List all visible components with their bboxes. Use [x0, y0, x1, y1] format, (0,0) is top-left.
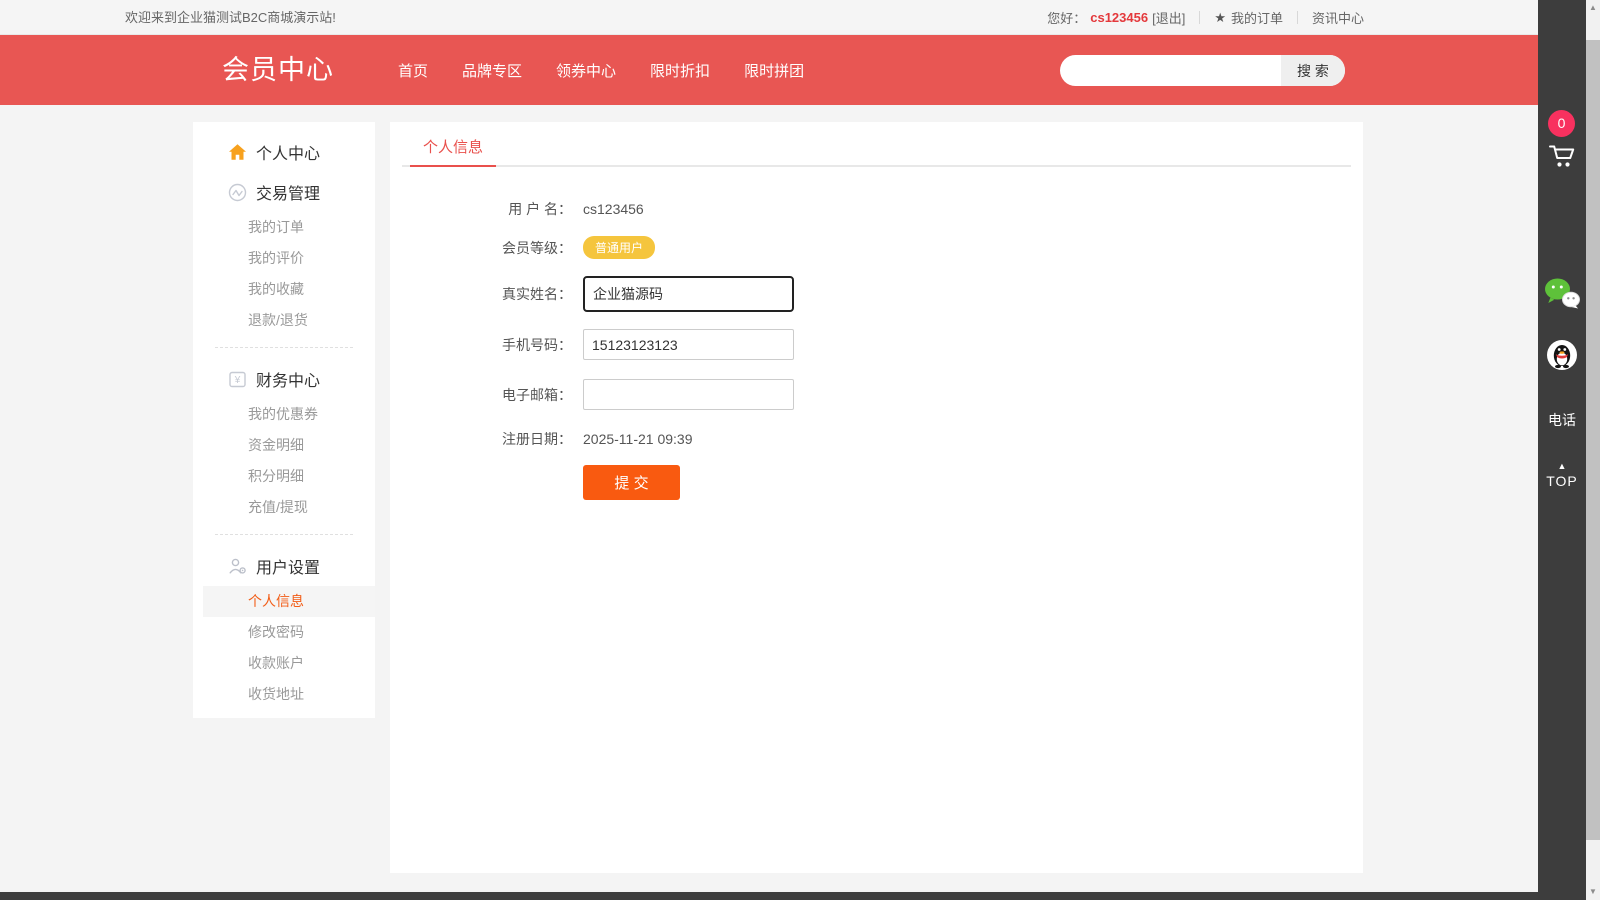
home-icon: [228, 143, 247, 162]
back-to-top-button[interactable]: ▲ TOP: [1538, 462, 1586, 489]
search-button[interactable]: 搜 索: [1281, 55, 1345, 86]
regdate-label: 注册日期：: [490, 429, 572, 449]
sidebar-section-personal-center[interactable]: 个人中心: [193, 132, 375, 172]
cart-icon[interactable]: [1547, 143, 1577, 175]
sidebar-divider: [215, 534, 353, 535]
scrollbar-up-arrow-icon[interactable]: ▲: [1586, 0, 1600, 16]
main-panel: 个人信息 用 户 名： cs123456 会员等级： 普通用户 真实姓名： 手机…: [390, 122, 1363, 873]
realname-label: 真实姓名：: [490, 284, 572, 304]
trade-icon: [228, 183, 247, 202]
email-input[interactable]: [583, 379, 794, 410]
wechat-icon[interactable]: [1544, 278, 1580, 314]
member-level-label: 会员等级：: [490, 238, 572, 258]
sidebar-divider: [215, 347, 353, 348]
realname-input[interactable]: [583, 276, 794, 312]
username-text: cs123456: [1090, 10, 1148, 25]
sidebar-item-payment-account[interactable]: 收款账户: [193, 648, 375, 679]
tab-personal-info[interactable]: 个人信息: [410, 128, 496, 167]
main-header: 会员中心 首页 品牌专区 领券中心 限时折扣 限时拼团 搜 索: [0, 35, 1538, 105]
sidebar-item-my-reviews[interactable]: 我的评价: [193, 243, 375, 274]
logout-link[interactable]: [退出]: [1152, 8, 1185, 27]
sidebar-section-trade[interactable]: 交易管理: [193, 172, 375, 212]
sidebar-item-fund-details[interactable]: 资金明细: [193, 430, 375, 461]
my-orders-label: 我的订单: [1231, 8, 1283, 27]
user-settings-icon: [228, 557, 247, 576]
nav-flash-discount[interactable]: 限时折扣: [645, 56, 715, 85]
username-row: 用 户 名： cs123456: [390, 199, 1363, 219]
phone-contact-label[interactable]: 电话: [1538, 410, 1586, 430]
topbar: 欢迎来到企业猫测试B2C商城演示站! 您好： cs123456 [退出] ★ 我…: [0, 0, 1538, 35]
phone-label: 手机号码：: [490, 335, 572, 355]
member-level-row: 会员等级： 普通用户: [390, 236, 1363, 259]
my-orders-link[interactable]: ★ 我的订单: [1199, 11, 1297, 24]
greeting-prefix: 您好：: [1047, 8, 1086, 27]
top-arrow-icon: ▲: [1538, 462, 1586, 471]
regdate-row: 注册日期： 2025-11-21 09:39: [390, 429, 1363, 449]
sidebar-section-user-settings[interactable]: 用户设置: [193, 546, 375, 586]
qq-icon[interactable]: [1547, 340, 1577, 375]
news-link[interactable]: 资讯中心: [1297, 11, 1378, 24]
sidebar-item-points-details[interactable]: 积分明细: [193, 461, 375, 492]
sidebar-item-my-orders[interactable]: 我的订单: [193, 212, 375, 243]
personal-info-form: 用 户 名： cs123456 会员等级： 普通用户 真实姓名： 手机号码： 电…: [390, 167, 1363, 500]
sidebar-item-personal-info[interactable]: 个人信息: [203, 586, 375, 617]
top-label: TOP: [1538, 473, 1586, 489]
search-bar: 搜 索: [1060, 55, 1345, 86]
news-label: 资讯中心: [1312, 8, 1364, 27]
username-label: 用 户 名：: [490, 199, 572, 219]
sidebar: 个人中心 交易管理 我的订单 我的评价 我的收藏 退款/退货 ¥ 财务中心 我的…: [193, 122, 375, 718]
sidebar-section-title: 用户设置: [256, 554, 320, 578]
welcome-text: 欢迎来到企业猫测试B2C商城演示站!: [125, 0, 336, 35]
username-value: cs123456: [583, 201, 644, 217]
logo-member-center[interactable]: 会员中心: [222, 35, 334, 105]
phone-row: 手机号码：: [390, 329, 1363, 360]
topbar-links: 您好： cs123456 [退出] ★ 我的订单 资讯中心: [1033, 0, 1378, 35]
phone-input[interactable]: [583, 329, 794, 360]
nav-home[interactable]: 首页: [393, 56, 433, 85]
email-label: 电子邮箱：: [490, 385, 572, 405]
greeting: 您好： cs123456 [退出]: [1033, 11, 1199, 24]
page-scrollbar[interactable]: ▲ ▼: [1586, 0, 1600, 900]
regdate-value: 2025-11-21 09:39: [583, 431, 693, 447]
sidebar-item-change-password[interactable]: 修改密码: [193, 617, 375, 648]
sidebar-item-recharge-withdraw[interactable]: 充值/提现: [193, 492, 375, 523]
sidebar-section-title: 个人中心: [256, 140, 320, 164]
search-input[interactable]: [1060, 55, 1281, 86]
sidebar-item-refunds[interactable]: 退款/退货: [193, 305, 375, 336]
cart-count-badge: 0: [1548, 110, 1575, 137]
main-nav: 首页 品牌专区 领券中心 限时折扣 限时拼团: [393, 35, 809, 105]
sidebar-section-title: 交易管理: [256, 180, 320, 204]
sidebar-item-my-coupons[interactable]: 我的优惠券: [193, 399, 375, 430]
submit-button[interactable]: 提 交: [583, 465, 680, 500]
nav-coupon-center[interactable]: 领券中心: [551, 56, 621, 85]
scrollbar-down-arrow-icon[interactable]: ▼: [1586, 884, 1600, 900]
star-icon: ★: [1214, 10, 1226, 26]
nav-group-buy[interactable]: 限时拼团: [739, 56, 809, 85]
bottom-dark-strip: [0, 892, 1538, 900]
member-level-badge: 普通用户: [583, 236, 655, 259]
sidebar-section-title: 财务中心: [256, 367, 320, 391]
finance-icon: ¥: [228, 370, 247, 389]
email-row: 电子邮箱：: [390, 379, 1363, 410]
scrollbar-thumb[interactable]: [1586, 40, 1600, 840]
svg-text:¥: ¥: [234, 375, 241, 386]
sidebar-item-shipping-address[interactable]: 收货地址: [193, 679, 375, 710]
sidebar-section-finance[interactable]: ¥ 财务中心: [193, 359, 375, 399]
nav-brand-zone[interactable]: 品牌专区: [457, 56, 527, 85]
sidebar-item-my-favorites[interactable]: 我的收藏: [193, 274, 375, 305]
floating-side-panel: 0 购物车 电话 ▲ TOP: [1538, 0, 1586, 900]
tab-bar: 个人信息: [402, 122, 1351, 167]
realname-row: 真实姓名：: [390, 276, 1363, 312]
submit-row: 提 交: [390, 465, 1363, 500]
